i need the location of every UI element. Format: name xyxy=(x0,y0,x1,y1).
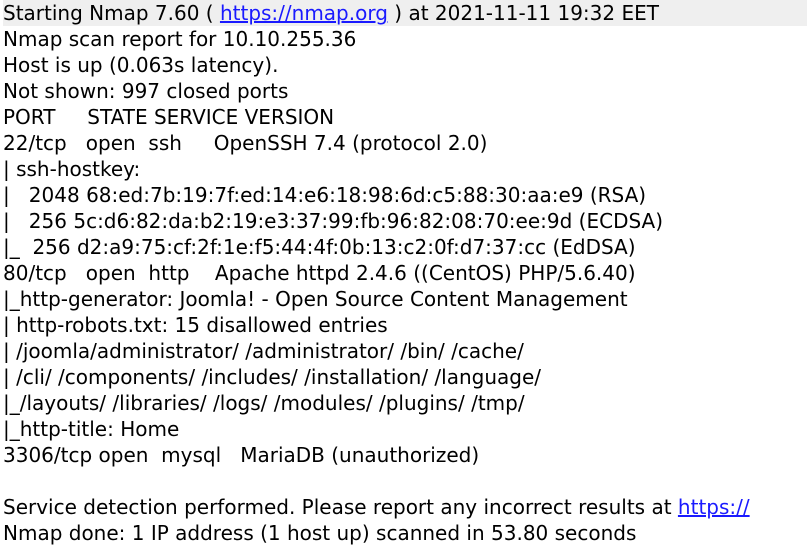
output-text: PORT STATE SERVICE VERSION xyxy=(3,105,335,129)
output-text: |_http-generator: Joomla! - Open Source … xyxy=(3,287,628,311)
terminal-output: Starting Nmap 7.60 ( https://nmap.org ) … xyxy=(3,0,807,557)
output-line: 80/tcp open http Apache httpd 2.4.6 ((Ce… xyxy=(3,260,807,286)
url-link[interactable]: https:// xyxy=(678,495,750,519)
output-line: PORT STATE SERVICE VERSION xyxy=(3,104,807,130)
output-line: Starting Nmap 7.60 ( https://nmap.org ) … xyxy=(3,0,807,26)
output-text: Nmap done: 1 IP address (1 host up) scan… xyxy=(3,521,637,545)
output-text: | 256 5c:d6:82:da:b2:19:e3:37:99:fb:96:8… xyxy=(3,209,664,233)
output-line: 22/tcp open ssh OpenSSH 7.4 (protocol 2.… xyxy=(3,130,807,156)
url-link[interactable]: https://nmap.org xyxy=(220,1,388,25)
output-text: ) at 2021-11-11 19:32 EET xyxy=(387,1,659,25)
output-text: Starting Nmap 7.60 ( xyxy=(3,1,220,25)
output-line: 3306/tcp open mysql MariaDB (unauthorize… xyxy=(3,442,807,468)
output-line: | /joomla/administrator/ /administrator/… xyxy=(3,338,807,364)
output-text: | /cli/ /components/ /includes/ /install… xyxy=(3,365,542,389)
output-text: 80/tcp open http Apache httpd 2.4.6 ((Ce… xyxy=(3,261,636,285)
output-line: Host is up (0.063s latency). xyxy=(3,52,807,78)
output-text: Not shown: 997 closed ports xyxy=(3,79,289,103)
output-text: Service detection performed. Please repo… xyxy=(3,495,678,519)
output-text: | http-robots.txt: 15 disallowed entries xyxy=(3,313,388,337)
output-line: Service detection performed. Please repo… xyxy=(3,494,807,520)
output-text: |_http-title: Home xyxy=(3,417,180,441)
output-line: |_http-title: Home xyxy=(3,416,807,442)
output-line: | ssh-hostkey: xyxy=(3,156,807,182)
output-line: | http-robots.txt: 15 disallowed entries xyxy=(3,312,807,338)
output-text: |_ 256 d2:a9:75:cf:2f:1e:f5:44:4f:0b:13:… xyxy=(3,235,636,259)
output-line: | 256 5c:d6:82:da:b2:19:e3:37:99:fb:96:8… xyxy=(3,208,807,234)
output-text: |_/layouts/ /libraries/ /logs/ /modules/… xyxy=(3,391,525,415)
output-line: Nmap done: 1 IP address (1 host up) scan… xyxy=(3,520,807,546)
output-text: Host is up (0.063s latency). xyxy=(3,53,279,77)
output-text: | /joomla/administrator/ /administrator/… xyxy=(3,339,524,363)
output-line: Not shown: 997 closed ports xyxy=(3,78,807,104)
output-text: | 2048 68:ed:7b:19:7f:ed:14:e6:18:98:6d:… xyxy=(3,183,647,207)
output-line: |_ 256 d2:a9:75:cf:2f:1e:f5:44:4f:0b:13:… xyxy=(3,234,807,260)
output-line: |_/layouts/ /libraries/ /logs/ /modules/… xyxy=(3,390,807,416)
output-text: 3306/tcp open mysql MariaDB (unauthorize… xyxy=(3,443,480,467)
output-line: |_http-generator: Joomla! - Open Source … xyxy=(3,286,807,312)
output-line: | /cli/ /components/ /includes/ /install… xyxy=(3,364,807,390)
output-text: 22/tcp open ssh OpenSSH 7.4 (protocol 2.… xyxy=(3,131,488,155)
output-line: Nmap scan report for 10.10.255.36 xyxy=(3,26,807,52)
output-text: | ssh-hostkey: xyxy=(3,157,141,181)
output-text: Nmap scan report for 10.10.255.36 xyxy=(3,27,357,51)
output-line: | 2048 68:ed:7b:19:7f:ed:14:e6:18:98:6d:… xyxy=(3,182,807,208)
